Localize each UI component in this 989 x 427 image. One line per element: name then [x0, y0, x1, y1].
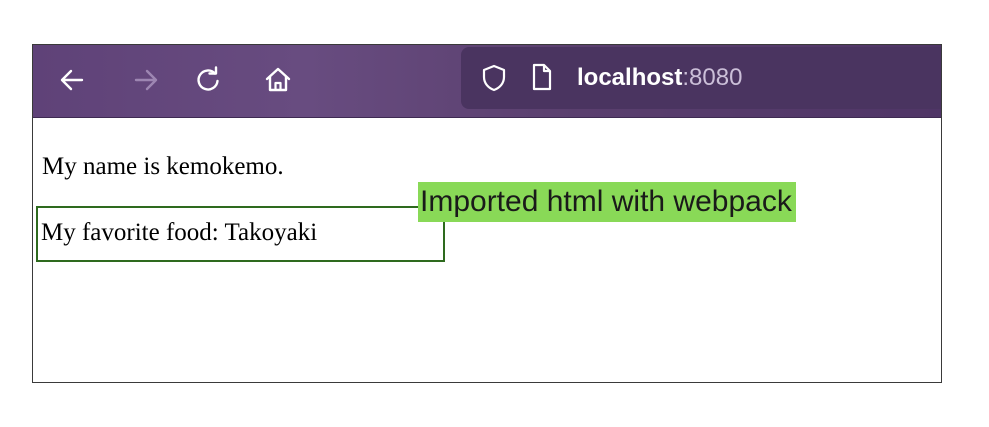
reload-button[interactable]: [191, 63, 225, 97]
url-text[interactable]: localhost:8080: [577, 63, 742, 93]
browser-toolbar: localhost:8080: [33, 45, 941, 118]
url-host: localhost: [577, 64, 683, 91]
page-icon[interactable]: [531, 63, 553, 91]
arrow-right-icon: [134, 69, 158, 91]
back-button[interactable]: [55, 63, 89, 97]
forward-button[interactable]: [129, 63, 163, 97]
url-port: :8080: [682, 64, 743, 91]
url-bar[interactable]: localhost:8080: [461, 47, 941, 109]
shield-icon[interactable]: [481, 64, 507, 92]
page-content: My name is kemokemo. My favorite food: T…: [33, 118, 941, 382]
callout-connector-line: [383, 206, 419, 208]
home-icon: [265, 67, 291, 92]
food-paragraph: My favorite food: Takoyaki: [41, 219, 318, 246]
home-button[interactable]: [261, 63, 295, 97]
name-paragraph: My name is kemokemo.: [42, 153, 284, 180]
annotation-label: Imported html with webpack: [418, 182, 796, 222]
browser-window: localhost:8080 My name is kemokemo. My f…: [32, 44, 942, 383]
arrow-left-icon: [60, 69, 84, 91]
reload-icon: [197, 66, 219, 91]
screenshot-canvas: localhost:8080 My name is kemokemo. My f…: [0, 0, 989, 427]
